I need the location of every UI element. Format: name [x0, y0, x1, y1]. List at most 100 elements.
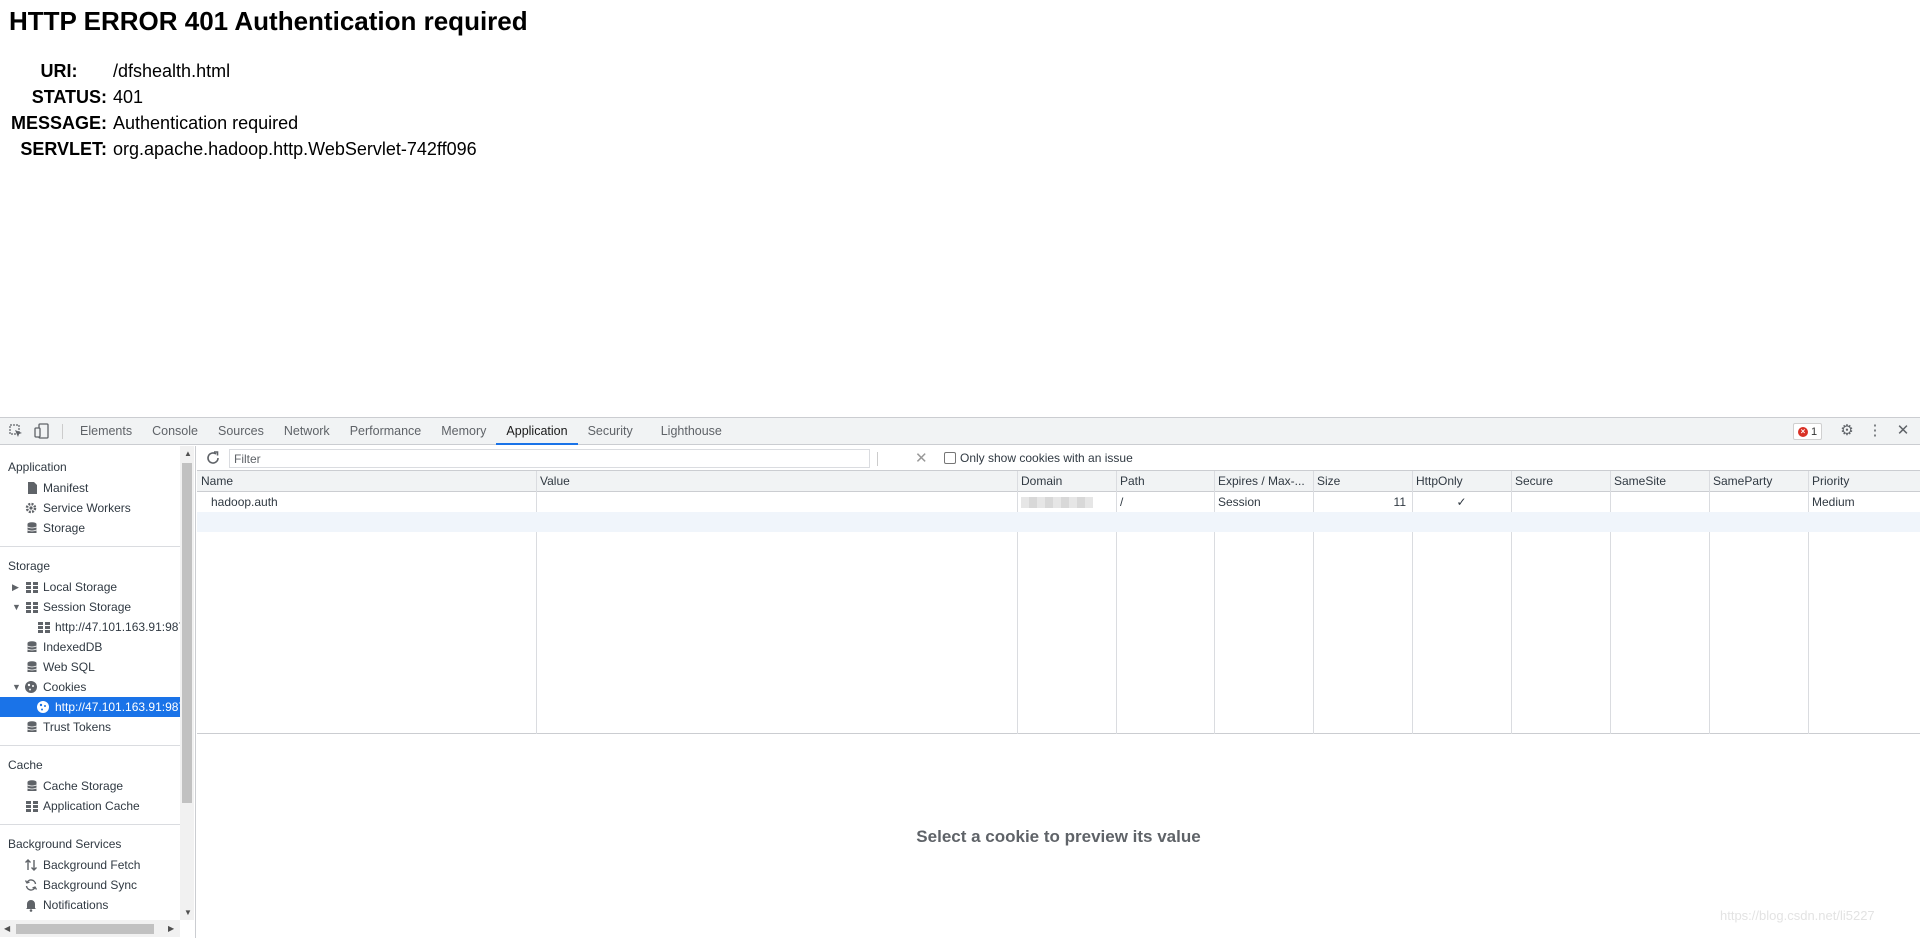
sync-icon: [24, 878, 38, 892]
inspect-element-icon[interactable]: [8, 423, 24, 439]
cookie-httponly: ✓: [1456, 495, 1467, 509]
sidebar-item-local-storage[interactable]: ▶ Local Storage: [0, 577, 180, 597]
bell-icon: [24, 898, 38, 912]
cookie-sameparty: [1709, 492, 1808, 512]
error-value: org.apache.hadoop.http.WebServlet-742ff0…: [113, 139, 477, 159]
cookies-table: Name Value Domain Path Expires / Max-...…: [197, 471, 1920, 734]
scroll-down-arrow-icon[interactable]: ▼: [184, 908, 192, 917]
tab-performance[interactable]: Performance: [340, 418, 432, 445]
sidebar-item-background-sync[interactable]: Background Sync: [0, 875, 180, 895]
sidebar-item-background-fetch[interactable]: Background Fetch: [0, 855, 180, 875]
expand-triangle-icon[interactable]: ▶: [12, 577, 19, 597]
sidebar-item-notifications[interactable]: Notifications: [0, 895, 180, 915]
column-header-sameparty[interactable]: SameParty: [1709, 471, 1808, 492]
column-header-expires[interactable]: Expires / Max-...: [1214, 471, 1313, 492]
tab-network[interactable]: Network: [274, 418, 340, 445]
cookies-panel: ✕ Only show cookies with an issue Name V…: [197, 446, 1920, 938]
error-row-uri: URI: /dfshealth.html: [8, 59, 479, 85]
table-row-empty: [197, 512, 1920, 532]
column-header-path[interactable]: Path: [1116, 471, 1214, 492]
sidebar-item-label: Application Cache: [43, 799, 140, 813]
device-toolbar-icon[interactable]: [34, 423, 50, 439]
sidebar-heading-application: Application: [8, 460, 67, 474]
sidebar-item-indexeddb[interactable]: IndexedDB: [0, 637, 180, 657]
tab-console[interactable]: Console: [142, 418, 208, 445]
close-devtools-icon[interactable]: ✕: [1894, 422, 1912, 440]
cookie-name: hadoop.auth: [211, 495, 278, 509]
preview-placeholder-text: Select a cookie to preview its value: [916, 826, 1201, 846]
database-icon: [25, 720, 39, 734]
error-value: 401: [113, 87, 144, 107]
clear-all-cookies-icon[interactable]: ✕: [915, 449, 928, 467]
tab-elements[interactable]: Elements: [70, 418, 142, 445]
sidebar-item-cache-storage[interactable]: Cache Storage: [0, 776, 180, 796]
collapse-triangle-icon[interactable]: ▼: [12, 597, 21, 617]
error-row-servlet: SERVLET: org.apache.hadoop.http.WebServl…: [8, 137, 479, 163]
cookie-samesite: [1610, 492, 1709, 512]
filter-divider: [877, 452, 878, 466]
sidebar-item-service-workers[interactable]: Service Workers: [0, 498, 180, 518]
scroll-up-arrow-icon[interactable]: ▲: [184, 449, 192, 458]
tab-security[interactable]: Security: [578, 418, 651, 445]
error-count-badge[interactable]: × 1: [1793, 423, 1823, 440]
cookie-value: [536, 492, 1017, 512]
sidebar-item-storage[interactable]: Storage: [0, 518, 180, 538]
sidebar-item-cookies[interactable]: ▼ Cookies: [0, 677, 180, 697]
error-label: URI:: [40, 61, 78, 81]
cookie-size: 11: [1393, 495, 1406, 509]
column-header-domain[interactable]: Domain: [1017, 471, 1116, 492]
cookies-filter-input[interactable]: [229, 449, 870, 468]
settings-gear-icon[interactable]: ⚙: [1838, 422, 1856, 440]
sidebar-divider: [0, 546, 180, 547]
error-details-table: URI: /dfshealth.html STATUS: 401 MESSAGE…: [8, 59, 479, 163]
sidebar-item-trust-tokens[interactable]: Trust Tokens: [0, 717, 180, 737]
sidebar-item-session-storage[interactable]: ▼ Session Storage: [0, 597, 180, 617]
sidebar-item-application-cache[interactable]: Application Cache: [0, 796, 180, 816]
cookie-expires: Session: [1218, 495, 1261, 509]
column-header-name[interactable]: Name: [197, 471, 536, 492]
grid-storage-icon: [25, 580, 39, 594]
cookie-priority: Medium: [1812, 495, 1855, 509]
tab-lighthouse[interactable]: Lighthouse: [651, 418, 732, 445]
tab-application[interactable]: Application: [496, 418, 578, 445]
tab-sources[interactable]: Sources: [208, 418, 274, 445]
sidebar-item-label: IndexedDB: [43, 640, 103, 654]
sidebar-item-label: Storage: [43, 521, 86, 535]
cookie-icon: [24, 680, 38, 694]
toolbar-divider: [62, 424, 63, 439]
cookie-path: /: [1120, 495, 1124, 509]
table-row[interactable]: hadoop.auth / Session 11 ✓ Medium: [197, 492, 1920, 512]
cookie-secure: [1511, 492, 1610, 512]
watermark-text: https://blog.csdn.net/li5227: [1720, 908, 1875, 923]
tab-memory[interactable]: Memory: [431, 418, 496, 445]
page-title: HTTP ERROR 401 Authentication required: [9, 6, 528, 36]
scroll-left-arrow-icon[interactable]: ◀: [4, 924, 10, 933]
refresh-icon[interactable]: [205, 450, 221, 466]
sidebar-divider: [0, 745, 180, 746]
sidebar-scroll-thumb[interactable]: [182, 463, 192, 803]
column-header-value[interactable]: Value: [536, 471, 1017, 492]
sidebar-item-web-sql[interactable]: Web SQL: [0, 657, 180, 677]
sidebar-heading-background-services: Background Services: [8, 837, 122, 851]
devtools-tabs: Elements Console Sources Network Perform…: [70, 418, 732, 445]
cookie-icon: [36, 700, 50, 714]
column-header-samesite[interactable]: SameSite: [1610, 471, 1709, 492]
error-value: Authentication required: [113, 113, 299, 133]
sidebar-item-label: Cookies: [43, 680, 87, 694]
sidebar-item-cookies-origin[interactable]: http://47.101.163.91:987: [0, 697, 185, 717]
column-header-size[interactable]: Size: [1313, 471, 1412, 492]
more-options-icon[interactable]: ⋮: [1866, 422, 1884, 440]
scroll-right-arrow-icon[interactable]: ▶: [168, 924, 174, 933]
sidebar-item-label: Local Storage: [43, 580, 118, 594]
error-value: /dfshealth.html: [113, 61, 231, 81]
column-header-httponly[interactable]: HttpOnly: [1412, 471, 1511, 492]
collapse-triangle-icon[interactable]: ▼: [12, 677, 21, 697]
only-issue-checkbox-wrap[interactable]: Only show cookies with an issue: [944, 451, 1133, 465]
only-issue-checkbox[interactable]: [944, 452, 956, 464]
sidebar-item-manifest[interactable]: Manifest: [0, 478, 180, 498]
sidebar-hscroll-thumb[interactable]: [16, 924, 154, 934]
column-header-secure[interactable]: Secure: [1511, 471, 1610, 492]
column-header-priority[interactable]: Priority: [1808, 471, 1920, 492]
sidebar-item-session-origin[interactable]: http://47.101.163.91:987: [0, 617, 185, 637]
sidebar-heading-cache: Cache: [8, 758, 43, 772]
